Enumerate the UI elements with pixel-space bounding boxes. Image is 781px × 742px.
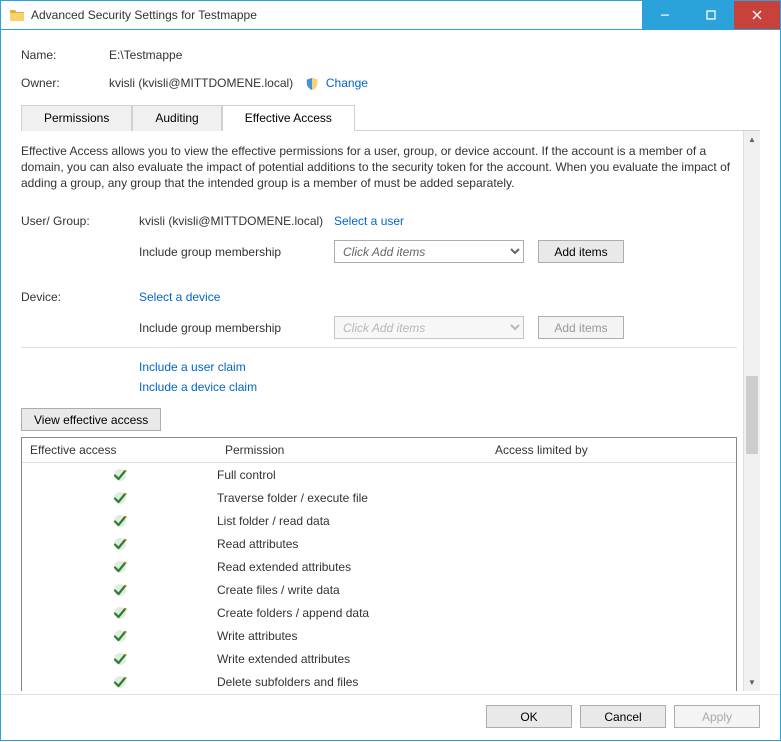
table-row[interactable]: Full control bbox=[22, 463, 736, 486]
window-body: Name: E:\Testmappe Owner: kvisli (kvisli… bbox=[0, 30, 781, 741]
user-group-row: User/ Group: kvisli (kvisli@MITTDOMENE.l… bbox=[21, 209, 737, 232]
cancel-button[interactable]: Cancel bbox=[580, 705, 666, 728]
tab-auditing[interactable]: Auditing bbox=[132, 105, 221, 131]
device-label: Device: bbox=[21, 290, 139, 304]
tab-effective-access[interactable]: Effective Access bbox=[222, 105, 355, 131]
permission-cell: Write extended attributes bbox=[217, 652, 487, 666]
shield-icon bbox=[305, 77, 319, 91]
table-header: Effective access Permission Access limit… bbox=[22, 438, 736, 463]
table-row[interactable]: Write extended attributes bbox=[22, 647, 736, 670]
apply-button: Apply bbox=[674, 705, 760, 728]
table-row[interactable]: Read extended attributes bbox=[22, 555, 736, 578]
tab-permissions[interactable]: Permissions bbox=[21, 105, 132, 131]
table-row[interactable]: List folder / read data bbox=[22, 509, 736, 532]
results-table: Effective access Permission Access limit… bbox=[21, 437, 737, 690]
device-group-dropdown: Click Add items bbox=[334, 316, 524, 339]
granted-check-icon bbox=[112, 559, 128, 575]
ok-button[interactable]: OK bbox=[486, 705, 572, 728]
permission-cell: Read attributes bbox=[217, 537, 487, 551]
col-access-limited-by[interactable]: Access limited by bbox=[487, 438, 736, 462]
col-effective-access[interactable]: Effective access bbox=[22, 438, 217, 462]
granted-check-icon bbox=[112, 490, 128, 506]
titlebar: Advanced Security Settings for Testmappe bbox=[0, 0, 781, 30]
table-row[interactable]: Delete subfolders and files bbox=[22, 670, 736, 690]
select-device-link[interactable]: Select a device bbox=[139, 290, 220, 304]
table-row[interactable]: Write attributes bbox=[22, 624, 736, 647]
folder-icon bbox=[9, 7, 25, 23]
table-row[interactable]: Create files / write data bbox=[22, 578, 736, 601]
include-group-label-device: Include group membership bbox=[139, 321, 334, 335]
owner-value: kvisli (kvisli@MITTDOMENE.local) Change bbox=[109, 76, 368, 91]
granted-check-icon bbox=[112, 651, 128, 667]
permission-cell: Create folders / append data bbox=[217, 606, 487, 620]
view-effective-label: View effective access bbox=[34, 413, 148, 427]
view-effective-access-button[interactable]: View effective access bbox=[21, 408, 161, 431]
add-items-user-button[interactable]: Add items bbox=[538, 240, 624, 263]
device-include-group-row: Include group membership Click Add items… bbox=[21, 316, 737, 339]
name-row: Name: E:\Testmappe bbox=[21, 48, 760, 62]
permission-cell: Write attributes bbox=[217, 629, 487, 643]
user-group-dropdown[interactable]: Click Add items bbox=[334, 240, 524, 263]
permission-cell: Create files / write data bbox=[217, 583, 487, 597]
granted-check-icon bbox=[112, 628, 128, 644]
tab-strip: Permissions Auditing Effective Access bbox=[21, 105, 760, 131]
select-user-link[interactable]: Select a user bbox=[334, 214, 404, 228]
owner-principal: kvisli (kvisli@MITTDOMENE.local) bbox=[109, 76, 293, 90]
include-user-claim-link[interactable]: Include a user claim bbox=[139, 360, 737, 374]
minimize-button[interactable] bbox=[642, 1, 688, 29]
col-permission[interactable]: Permission bbox=[217, 438, 487, 462]
vertical-scrollbar[interactable]: ▲ ▼ bbox=[743, 131, 760, 691]
permission-cell: Read extended attributes bbox=[217, 560, 487, 574]
table-body: Full control Traverse folder / execute fi… bbox=[22, 463, 736, 690]
include-device-claim-link[interactable]: Include a device claim bbox=[139, 380, 737, 394]
add-items-device-button: Add items bbox=[538, 316, 624, 339]
window-controls bbox=[642, 1, 780, 29]
name-value: E:\Testmappe bbox=[109, 48, 182, 62]
separator bbox=[21, 347, 737, 348]
user-group-value: kvisli (kvisli@MITTDOMENE.local) bbox=[139, 214, 334, 228]
claims-links: Include a user claim Include a device cl… bbox=[139, 360, 737, 394]
description-text: Effective Access allows you to view the … bbox=[21, 143, 737, 192]
scrollbar-thumb[interactable] bbox=[746, 376, 758, 454]
granted-check-icon bbox=[112, 536, 128, 552]
content-area: Effective Access allows you to view the … bbox=[21, 131, 760, 691]
owner-row: Owner: kvisli (kvisli@MITTDOMENE.local) … bbox=[21, 76, 760, 91]
granted-check-icon bbox=[112, 467, 128, 483]
maximize-button[interactable] bbox=[688, 1, 734, 29]
include-group-label-user: Include group membership bbox=[139, 245, 334, 259]
permission-cell: Full control bbox=[217, 468, 487, 482]
dialog-footer: OK Cancel Apply bbox=[486, 705, 760, 728]
granted-check-icon bbox=[112, 605, 128, 621]
permission-cell: Traverse folder / execute file bbox=[217, 491, 487, 505]
table-row[interactable]: Create folders / append data bbox=[22, 601, 736, 624]
permission-cell: List folder / read data bbox=[217, 514, 487, 528]
scroll-content: Effective Access allows you to view the … bbox=[21, 131, 743, 691]
change-owner-link[interactable]: Change bbox=[326, 76, 368, 90]
footer-separator bbox=[1, 694, 780, 695]
user-group-label: User/ Group: bbox=[21, 214, 139, 228]
scroll-down-arrow-icon[interactable]: ▼ bbox=[744, 674, 760, 691]
user-include-group-row: Include group membership Click Add items… bbox=[21, 240, 737, 263]
table-row[interactable]: Read attributes bbox=[22, 532, 736, 555]
granted-check-icon bbox=[112, 513, 128, 529]
device-row: Device: Select a device bbox=[21, 285, 737, 308]
close-button[interactable] bbox=[734, 1, 780, 29]
scroll-up-arrow-icon[interactable]: ▲ bbox=[744, 131, 760, 148]
table-row[interactable]: Traverse folder / execute file bbox=[22, 486, 736, 509]
granted-check-icon bbox=[112, 674, 128, 690]
owner-label: Owner: bbox=[21, 76, 109, 91]
window-title: Advanced Security Settings for Testmappe bbox=[31, 8, 642, 22]
granted-check-icon bbox=[112, 582, 128, 598]
name-label: Name: bbox=[21, 48, 109, 62]
permission-cell: Delete subfolders and files bbox=[217, 675, 487, 689]
